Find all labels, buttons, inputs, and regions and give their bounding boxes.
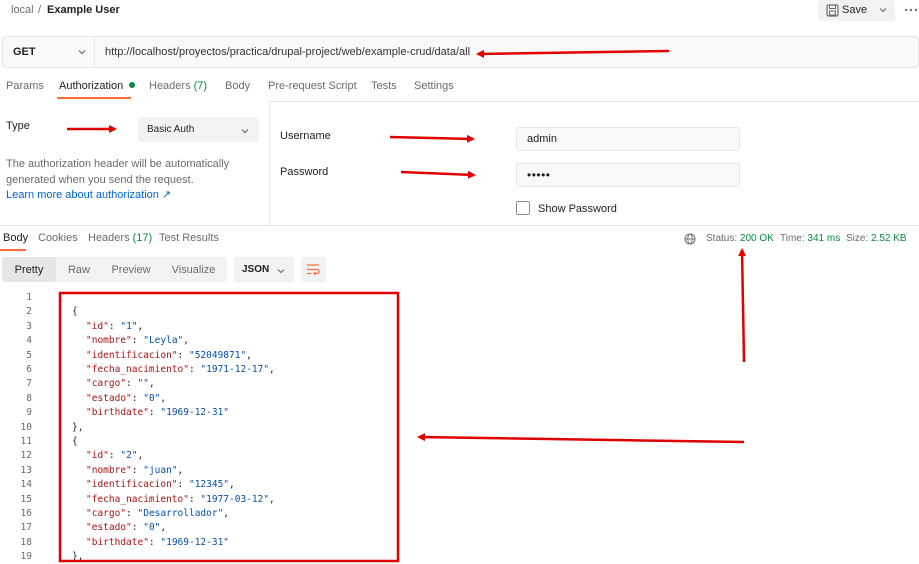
annotation-arrow	[389, 134, 475, 143]
annotation-arrow	[738, 248, 747, 363]
annotation-arrow	[476, 49, 670, 58]
annotation-arrow	[400, 170, 476, 179]
annotation-overlay	[58, 49, 747, 563]
annotation-highlight-box	[58, 291, 400, 563]
annotation-arrow	[417, 433, 745, 444]
